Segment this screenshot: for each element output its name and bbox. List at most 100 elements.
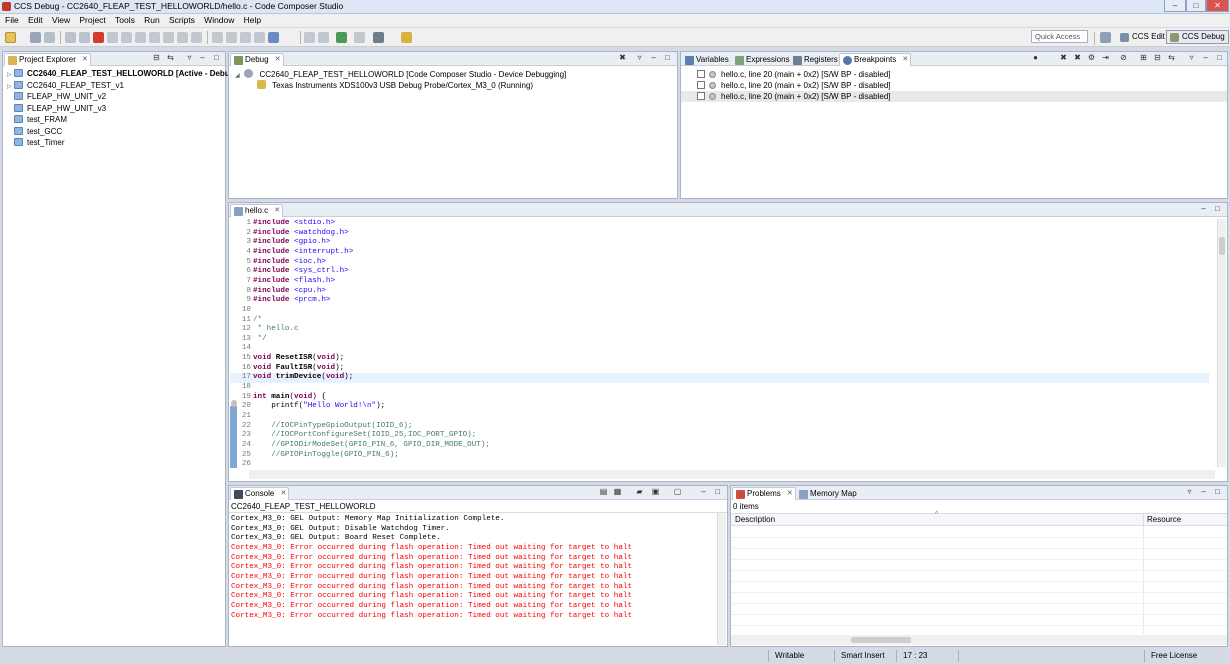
code-line[interactable]: 12 * hello.c xyxy=(230,325,1209,335)
code-line[interactable]: 2 #include <watchdog.h> xyxy=(230,229,1209,239)
restart-target-icon[interactable] xyxy=(191,32,202,43)
maximize-view-icon[interactable]: □ xyxy=(713,488,722,497)
code-area[interactable]: 1 #include <stdio.h> 2 #include <watchdog.h… xyxy=(230,219,1209,467)
breakpoint-row-selected[interactable]: hello.c, line 20 (main + 0x2) [S/W BP - … xyxy=(681,91,1227,102)
code-line[interactable]: 21 xyxy=(230,412,1209,422)
problems-list[interactable] xyxy=(731,526,1227,634)
code-line[interactable]: 13 */ xyxy=(230,335,1209,345)
load-program-icon[interactable] xyxy=(240,32,251,43)
menu-window[interactable]: Window xyxy=(204,14,234,27)
minimize-button[interactable]: – xyxy=(1164,0,1186,12)
menu-edit[interactable]: Edit xyxy=(28,14,43,27)
project-item[interactable]: ▷ CC2640_FLEAP_TEST_v1 xyxy=(7,80,124,91)
maximize-view-icon[interactable]: □ xyxy=(663,54,672,63)
menu-project[interactable]: Project xyxy=(79,14,105,27)
close-icon[interactable]: ✕ xyxy=(787,488,793,500)
maximize-view-icon[interactable]: □ xyxy=(1213,488,1222,497)
memory-icon[interactable] xyxy=(318,32,329,43)
expressions-icon[interactable] xyxy=(304,32,315,43)
code-line[interactable]: 10 xyxy=(230,306,1209,316)
breakpoint-row[interactable]: hello.c, line 20 (main + 0x2) [S/W BP - … xyxy=(681,69,1227,80)
skip-all-icon[interactable]: ⊘ xyxy=(1119,54,1128,63)
display-console-icon[interactable]: ▣ xyxy=(651,488,660,497)
menu-run[interactable]: Run xyxy=(144,14,160,27)
view-menu-icon[interactable]: ▿ xyxy=(1187,54,1196,63)
column-description[interactable]: Description xyxy=(735,515,775,524)
close-icon[interactable]: ✕ xyxy=(274,205,280,217)
code-line[interactable]: 6 #include <sys_ctrl.h> xyxy=(230,267,1209,277)
reset-icon[interactable] xyxy=(177,32,188,43)
code-line[interactable]: 26 xyxy=(230,460,1209,467)
code-line[interactable]: 18 xyxy=(230,383,1209,393)
project-item[interactable]: FLEAP_HW_UNIT_v3 xyxy=(7,103,106,114)
close-icon[interactable]: ✕ xyxy=(280,488,286,500)
problems-horizontal-scrollbar[interactable] xyxy=(731,635,1227,645)
code-line[interactable]: 23 //IOCPortConfigureSet(IOID_25,IOC_POR… xyxy=(230,431,1209,441)
remove-breakpoint-icon[interactable]: ✖ xyxy=(1059,54,1068,63)
open-perspective-icon[interactable] xyxy=(1100,32,1111,43)
code-line[interactable]: 20 printf("Hello World!\n"); xyxy=(230,402,1209,412)
breakpoint-checkbox[interactable] xyxy=(697,70,705,78)
code-line[interactable]: 1 #include <stdio.h> xyxy=(230,219,1209,229)
close-button[interactable]: ✕ xyxy=(1206,0,1229,12)
settings-icon[interactable] xyxy=(373,32,384,43)
expand-all-icon[interactable]: ⊞ xyxy=(1139,54,1148,63)
code-line[interactable]: 4 #include <interrupt.h> xyxy=(230,248,1209,258)
show-supported-icon[interactable]: ⚙ xyxy=(1087,54,1096,63)
tab-project-explorer[interactable]: Project Explorer ✕ xyxy=(4,53,91,66)
go-to-file-icon[interactable]: ⇥ xyxy=(1101,54,1110,63)
perspective-ccs-debug[interactable]: CCS Debug xyxy=(1166,30,1229,44)
tab-hello-c[interactable]: hello.c ✕ xyxy=(230,204,284,217)
code-line[interactable]: 22 //IOCPinTypeGpioOutput(IOID_6); xyxy=(230,422,1209,432)
tab-console[interactable]: Console ✕ xyxy=(230,487,290,500)
save-icon[interactable] xyxy=(30,32,41,43)
connect-icon[interactable] xyxy=(212,32,223,43)
maximize-view-icon[interactable]: □ xyxy=(1215,54,1224,63)
menu-help[interactable]: Help xyxy=(244,14,261,27)
code-line[interactable]: 16 void FaultISR(void); xyxy=(230,364,1209,374)
save-all-icon[interactable] xyxy=(44,32,55,43)
project-item[interactable]: test_GCC xyxy=(7,126,62,137)
code-line[interactable]: 19 int main(void) { xyxy=(230,393,1209,403)
code-line[interactable]: 7 #include <flash.h> xyxy=(230,277,1209,287)
new-breakpoint-icon[interactable]: ● xyxy=(1031,54,1040,63)
reload-icon[interactable] xyxy=(254,32,265,43)
maximize-button[interactable]: □ xyxy=(1186,0,1206,12)
project-item[interactable]: test_Timer xyxy=(7,137,65,148)
breakpoint-row[interactable]: hello.c, line 20 (main + 0x2) [S/W BP - … xyxy=(681,80,1227,91)
resume-icon[interactable] xyxy=(79,32,90,43)
open-console-icon[interactable]: ▢ xyxy=(673,488,682,497)
collapse-all-icon[interactable]: ⊟ xyxy=(1153,54,1162,63)
link-icon[interactable]: ⇆ xyxy=(1167,54,1176,63)
step-return-icon[interactable] xyxy=(135,32,146,43)
terminate-icon[interactable] xyxy=(93,32,104,43)
editor-horizontal-scrollbar[interactable] xyxy=(249,470,1215,479)
disassembly-icon[interactable] xyxy=(354,32,365,43)
debug-target-row[interactable]: Texas Instruments XDS100v3 USB Debug Pro… xyxy=(257,80,533,91)
code-line[interactable]: 17 void trimDevice(void); xyxy=(230,373,1209,383)
pin-console-icon[interactable]: ▰ xyxy=(635,488,644,497)
console-vertical-scrollbar[interactable] xyxy=(717,513,726,645)
menu-tools[interactable]: Tools xyxy=(115,14,135,27)
breakpoint-checkbox[interactable] xyxy=(697,92,705,100)
menu-scripts[interactable]: Scripts xyxy=(169,14,195,27)
step-into-icon[interactable] xyxy=(107,32,118,43)
scroll-thumb[interactable] xyxy=(1219,237,1225,255)
restart-icon[interactable] xyxy=(65,32,76,43)
minimize-view-icon[interactable]: – xyxy=(699,488,708,497)
clear-console-icon[interactable]: ▤ xyxy=(599,488,608,497)
minimize-view-icon[interactable]: – xyxy=(649,54,658,63)
step-over-instruction-icon[interactable] xyxy=(163,32,174,43)
close-icon[interactable]: ✕ xyxy=(82,54,88,66)
breakpoint-checkbox[interactable] xyxy=(697,81,705,89)
link-editor-icon[interactable]: ⇆ xyxy=(166,54,175,63)
quick-access-input[interactable]: Quick Access xyxy=(1031,30,1088,43)
refresh-icon[interactable] xyxy=(336,32,347,43)
tab-problems[interactable]: Problems ✕ xyxy=(732,487,796,500)
view-menu-icon[interactable]: ▿ xyxy=(185,54,194,63)
close-icon[interactable]: ✕ xyxy=(902,54,908,66)
wand-icon[interactable] xyxy=(401,32,412,43)
view-menu-icon[interactable]: ▿ xyxy=(635,54,644,63)
maximize-view-icon[interactable]: □ xyxy=(212,54,221,63)
view-menu-icon[interactable]: ▿ xyxy=(1185,488,1194,497)
